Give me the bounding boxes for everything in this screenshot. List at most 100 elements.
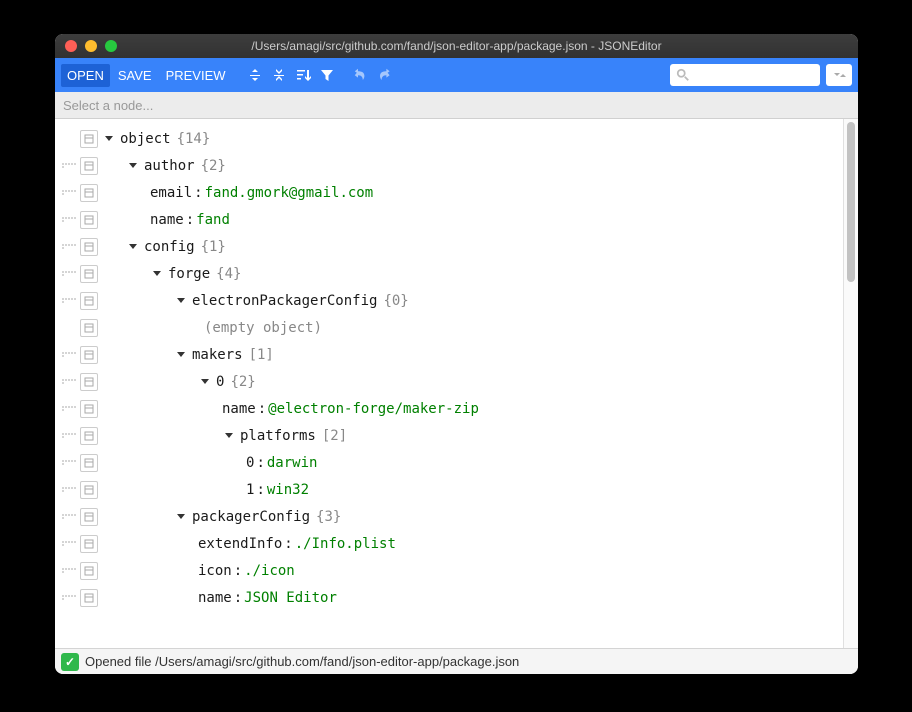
drag-handle-icon[interactable] <box>62 589 76 607</box>
drag-handle-icon[interactable] <box>62 535 76 553</box>
minimize-window-icon[interactable] <box>85 40 97 52</box>
tree-row[interactable]: name : @electron-forge/maker-zip <box>59 395 843 422</box>
sort-icon[interactable] <box>292 64 314 86</box>
node-key[interactable]: name <box>222 401 256 417</box>
drag-handle-icon[interactable] <box>62 427 76 445</box>
tree-row[interactable]: (empty object) <box>59 314 843 341</box>
search-expand-icon[interactable] <box>826 64 852 86</box>
context-menu-icon[interactable] <box>80 211 98 229</box>
expand-icon[interactable] <box>150 267 164 281</box>
node-key[interactable]: config <box>144 239 195 255</box>
expand-all-icon[interactable] <box>244 64 266 86</box>
tree-row[interactable]: platforms[2] <box>59 422 843 449</box>
node-value[interactable]: ./icon <box>244 563 295 579</box>
node-value[interactable]: fand.gmork@gmail.com <box>205 185 374 201</box>
node-key[interactable]: name <box>150 212 184 228</box>
node-key[interactable]: name <box>198 590 232 606</box>
save-button[interactable]: SAVE <box>112 64 158 87</box>
node-key[interactable]: 0 <box>216 374 224 390</box>
node-key[interactable]: author <box>144 158 195 174</box>
close-window-icon[interactable] <box>65 40 77 52</box>
tree-row[interactable]: email : fand.gmork@gmail.com <box>59 179 843 206</box>
context-menu-icon[interactable] <box>80 508 98 526</box>
node-key[interactable]: email <box>150 185 192 201</box>
node-value[interactable]: darwin <box>267 455 318 471</box>
tree-row[interactable]: packagerConfig{3} <box>59 503 843 530</box>
context-menu-icon[interactable] <box>80 346 98 364</box>
search-input[interactable] <box>670 64 820 86</box>
drag-handle-icon[interactable] <box>62 454 76 472</box>
tree-row[interactable]: 0 : darwin <box>59 449 843 476</box>
context-menu-icon[interactable] <box>80 319 98 337</box>
filter-icon[interactable] <box>316 64 338 86</box>
undo-icon[interactable] <box>350 64 372 86</box>
expand-icon[interactable] <box>198 375 212 389</box>
expand-icon[interactable] <box>126 159 140 173</box>
node-key[interactable]: forge <box>168 266 210 282</box>
drag-handle-icon[interactable] <box>62 265 76 283</box>
open-button[interactable]: OPEN <box>61 64 110 87</box>
context-menu-icon[interactable] <box>80 292 98 310</box>
drag-handle-icon[interactable] <box>62 184 76 202</box>
node-key[interactable]: packagerConfig <box>192 509 310 525</box>
node-key[interactable]: object <box>120 131 171 147</box>
context-menu-icon[interactable] <box>80 589 98 607</box>
expand-icon[interactable] <box>174 294 188 308</box>
node-key[interactable]: makers <box>192 347 243 363</box>
drag-handle-icon[interactable] <box>62 373 76 391</box>
drag-handle-icon[interactable] <box>62 508 76 526</box>
scrollbar[interactable] <box>843 119 858 648</box>
drag-handle-icon[interactable] <box>62 481 76 499</box>
tree-row[interactable]: object{14} <box>59 125 843 152</box>
tree-row[interactable]: 0{2} <box>59 368 843 395</box>
tree-row[interactable]: author{2} <box>59 152 843 179</box>
drag-handle-icon[interactable] <box>62 400 76 418</box>
node-value[interactable]: ./Info.plist <box>295 536 396 552</box>
node-key[interactable]: icon <box>198 563 232 579</box>
maximize-window-icon[interactable] <box>105 40 117 52</box>
node-value[interactable]: win32 <box>267 482 309 498</box>
context-menu-icon[interactable] <box>80 373 98 391</box>
node-value[interactable]: @electron-forge/maker-zip <box>268 401 479 417</box>
node-key[interactable]: extendInfo <box>198 536 282 552</box>
expand-icon[interactable] <box>174 348 188 362</box>
path-bar[interactable]: Select a node... <box>55 92 858 119</box>
node-key[interactable]: 0 <box>246 455 254 471</box>
tree-row[interactable]: icon : ./icon <box>59 557 843 584</box>
tree-row[interactable]: 1 : win32 <box>59 476 843 503</box>
context-menu-icon[interactable] <box>80 481 98 499</box>
node-key[interactable]: electronPackagerConfig <box>192 293 377 309</box>
redo-icon[interactable] <box>374 64 396 86</box>
node-value[interactable]: fand <box>196 212 230 228</box>
tree-row[interactable]: electronPackagerConfig{0} <box>59 287 843 314</box>
context-menu-icon[interactable] <box>80 184 98 202</box>
scrollbar-thumb[interactable] <box>847 122 855 282</box>
collapse-all-icon[interactable] <box>268 64 290 86</box>
node-key[interactable]: platforms <box>240 428 316 444</box>
context-menu-icon[interactable] <box>80 562 98 580</box>
node-value[interactable]: JSON Editor <box>244 590 337 606</box>
expand-icon[interactable] <box>102 132 116 146</box>
drag-handle-icon[interactable] <box>62 238 76 256</box>
context-menu-icon[interactable] <box>80 157 98 175</box>
tree-row[interactable]: extendInfo : ./Info.plist <box>59 530 843 557</box>
drag-handle-icon[interactable] <box>62 562 76 580</box>
tree-row[interactable]: config{1} <box>59 233 843 260</box>
expand-icon[interactable] <box>174 510 188 524</box>
tree-row[interactable]: name : fand <box>59 206 843 233</box>
context-menu-icon[interactable] <box>80 238 98 256</box>
tree-row[interactable]: forge{4} <box>59 260 843 287</box>
context-menu-icon[interactable] <box>80 427 98 445</box>
context-menu-icon[interactable] <box>80 454 98 472</box>
expand-icon[interactable] <box>126 240 140 254</box>
context-menu-icon[interactable] <box>80 130 98 148</box>
preview-button[interactable]: PREVIEW <box>160 64 232 87</box>
drag-handle-icon[interactable] <box>62 292 76 310</box>
drag-handle-icon[interactable] <box>62 346 76 364</box>
expand-icon[interactable] <box>222 429 236 443</box>
tree-row[interactable]: name : JSON Editor <box>59 584 843 611</box>
drag-handle-icon[interactable] <box>62 157 76 175</box>
node-key[interactable]: 1 <box>246 482 254 498</box>
context-menu-icon[interactable] <box>80 400 98 418</box>
tree-row[interactable]: makers[1] <box>59 341 843 368</box>
